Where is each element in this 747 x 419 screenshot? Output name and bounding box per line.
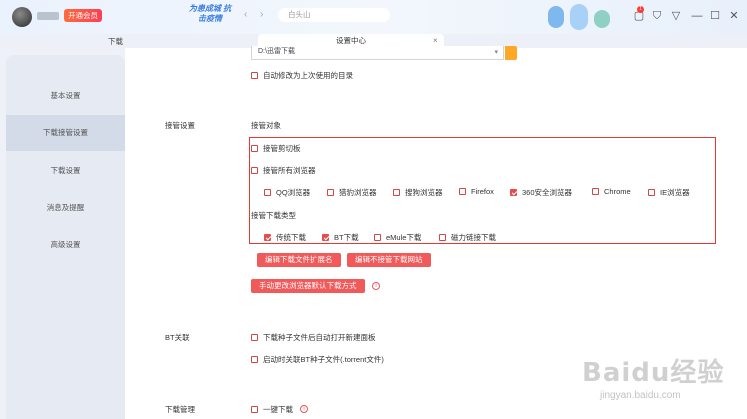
notification-badge: 1 — [637, 6, 644, 13]
browser-option-chrome[interactable]: Chrome — [592, 187, 631, 196]
clipboard-option[interactable]: 接管剪切板 — [251, 143, 301, 154]
type-checkbox-magnet[interactable] — [439, 234, 446, 241]
remember-dir-label: 自动修改为上次使用的目录 — [263, 71, 353, 80]
forward-icon[interactable]: › — [260, 9, 263, 20]
browser-option-ie[interactable]: IE浏览器 — [648, 187, 690, 198]
bt-open-panel-option[interactable]: 下载种子文件后自动打开新建面板 — [251, 332, 376, 343]
close-icon[interactable]: ✕ — [727, 9, 741, 23]
bt-open-panel-label: 下载种子文件后自动打开新建面板 — [263, 333, 376, 342]
browser-option-firefox[interactable]: Firefox — [459, 187, 494, 196]
browser-label-firefox: Firefox — [471, 187, 494, 196]
one-click-option[interactable]: 一键下载 — [251, 404, 293, 415]
watermark-logo: Baidu经验 — [582, 358, 725, 388]
sidebar-item-takeover[interactable]: 下载接管设置 — [6, 115, 125, 151]
browser-checkbox-ie[interactable] — [648, 189, 655, 196]
title-bar: 开通会员 为患成城 抗击疫情 ‹ › 白头山 ▢ 1 ⛉ ▽ — ☐ ✕ — [0, 0, 747, 34]
address-bar[interactable]: 白头山 — [278, 8, 390, 22]
menu-icon[interactable]: ▽ — [669, 9, 683, 23]
type-label-magnet: 磁力链接下载 — [451, 233, 496, 242]
info-icon[interactable]: i — [372, 282, 380, 290]
clipboard-label: 接管剪切板 — [263, 144, 301, 153]
bt-associate-checkbox[interactable] — [251, 356, 258, 363]
browser-checkbox-liebao[interactable] — [327, 189, 334, 196]
mascot-illustration — [540, 0, 622, 34]
browser-checkbox-chrome[interactable] — [592, 188, 599, 195]
bt-associate-option[interactable]: 启动时关联BT种子文件(.torrent文件) — [251, 354, 384, 365]
type-label-normal: 传统下载 — [276, 233, 306, 242]
browser-checkbox-360[interactable] — [510, 189, 517, 196]
bt-section-label: BT关联 — [165, 333, 190, 342]
type-option-emule[interactable]: eMule下载 — [374, 232, 421, 243]
type-label-bt: BT下载 — [334, 233, 359, 242]
skin-icon[interactable]: ⛉ — [650, 9, 664, 23]
edit-excluded-sites-button[interactable]: 编辑不接管下载网站 — [347, 253, 431, 267]
bt-associate-label: 启动时关联BT种子文件(.torrent文件) — [263, 355, 384, 364]
browser-label-chrome: Chrome — [604, 187, 631, 196]
takeover-section-label: 接管设置 — [165, 121, 195, 130]
chevron-down-icon: ▾ — [494, 49, 498, 56]
type-option-normal[interactable]: 传统下载 — [264, 232, 306, 243]
browser-checkbox-firefox[interactable] — [459, 188, 466, 195]
download-directory-select[interactable]: D:\迅雷下载 ▾ — [251, 46, 504, 60]
type-checkbox-normal[interactable] — [264, 234, 271, 241]
bt-open-panel-checkbox[interactable] — [251, 334, 258, 341]
settings-sidebar: 基本设置 下载接管设置 下载设置 消息及提醒 高级设置 — [6, 55, 125, 419]
all-browsers-label: 接管所有浏览器 — [263, 166, 316, 175]
browser-option-sogou[interactable]: 搜狗浏览器 — [393, 187, 443, 198]
type-option-bt[interactable]: BT下载 — [322, 232, 359, 243]
type-checkbox-emule[interactable] — [374, 234, 381, 241]
remember-dir-checkbox[interactable] — [251, 72, 258, 79]
avatar[interactable] — [12, 7, 32, 27]
browser-label-360: 360安全浏览器 — [522, 188, 573, 197]
browser-option-liebao[interactable]: 猎豹浏览器 — [327, 187, 377, 198]
sidebar-item-advanced[interactable]: 高级设置 — [6, 227, 125, 263]
tab-download[interactable]: 下载 — [108, 36, 123, 47]
clipboard-checkbox[interactable] — [251, 145, 258, 152]
browser-option-qq[interactable]: QQ浏览器 — [264, 187, 310, 198]
watermark-url: jingyan.baidu.com — [600, 390, 681, 401]
browser-checkbox-sogou[interactable] — [393, 189, 400, 196]
info-icon[interactable]: i — [300, 405, 308, 413]
remember-dir-option[interactable]: 自动修改为上次使用的目录 — [251, 70, 353, 81]
minimize-icon[interactable]: — — [690, 9, 704, 23]
all-browsers-option[interactable]: 接管所有浏览器 — [251, 165, 316, 176]
watermark: Baidu经验 jingyan.baidu.com — [560, 350, 740, 410]
browser-label-liebao: 猎豹浏览器 — [339, 188, 377, 197]
folder-icon[interactable] — [505, 46, 517, 60]
download-directory-value: D:\迅雷下载 — [258, 48, 295, 55]
back-icon[interactable]: ‹ — [244, 9, 247, 20]
sidebar-item-download[interactable]: 下载设置 — [6, 153, 125, 189]
username-placeholder[interactable] — [37, 12, 59, 20]
all-browsers-checkbox[interactable] — [251, 167, 258, 174]
manage-section-label: 下载管理 — [165, 405, 195, 414]
manual-change-default-button[interactable]: 手动更改浏览器默认下载方式 — [251, 279, 365, 293]
sidebar-item-notifications[interactable]: 消息及提醒 — [6, 190, 125, 226]
one-click-checkbox[interactable] — [251, 406, 258, 413]
browser-label-ie: IE浏览器 — [660, 188, 690, 197]
type-label-emule: eMule下载 — [386, 233, 422, 242]
tab-close-icon[interactable]: × — [433, 36, 438, 45]
browser-option-360[interactable]: 360安全浏览器 — [510, 187, 572, 198]
slogan-banner: 为患成城 抗击疫情 — [188, 4, 232, 23]
edit-extensions-button[interactable]: 编辑下载文件扩展名 — [257, 253, 341, 267]
type-checkbox-bt[interactable] — [322, 234, 329, 241]
browser-label-qq: QQ浏览器 — [276, 188, 311, 197]
download-types-label: 接管下载类型 — [251, 211, 296, 220]
sidebar-item-basic[interactable]: 基本设置 — [6, 78, 125, 114]
maximize-icon[interactable]: ☐ — [708, 9, 722, 23]
takeover-target-label: 接管对象 — [251, 121, 281, 130]
one-click-label: 一键下载 — [263, 405, 293, 414]
browser-label-sogou: 搜狗浏览器 — [405, 188, 443, 197]
type-option-magnet[interactable]: 磁力链接下载 — [439, 232, 496, 243]
browser-checkbox-qq[interactable] — [264, 189, 271, 196]
vip-button[interactable]: 开通会员 — [64, 9, 102, 22]
